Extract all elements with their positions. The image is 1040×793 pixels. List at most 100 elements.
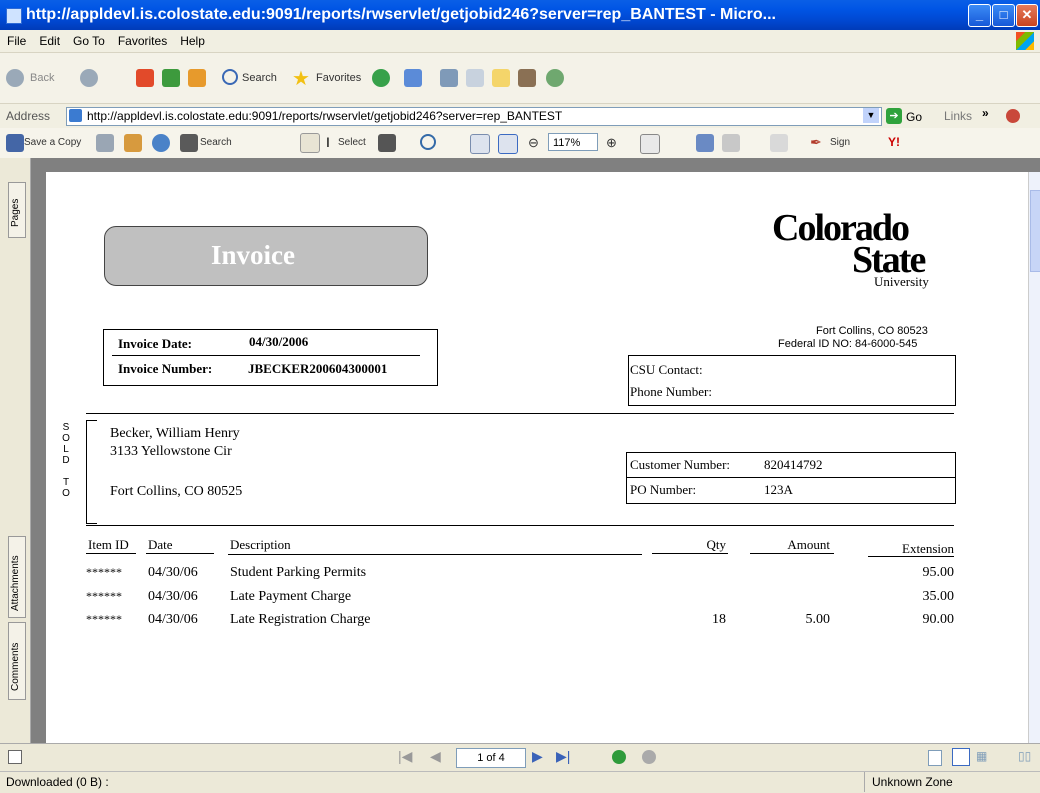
facing-icon[interactable]: ▯▯ (1018, 749, 1031, 763)
toolbar-extra-icon[interactable] (1006, 109, 1020, 123)
minimize-button[interactable]: _ (968, 4, 991, 27)
menu-goto[interactable]: Go To (66, 30, 111, 48)
fit-width-icon[interactable] (498, 134, 518, 154)
invoice-header: Invoice (211, 240, 295, 270)
back-arrow-icon[interactable] (6, 69, 24, 87)
pages-icon[interactable] (770, 134, 788, 152)
yahoo-icon[interactable]: Y! (888, 135, 900, 149)
back-button[interactable]: Back (30, 72, 54, 84)
sold-to-bracket (86, 420, 97, 524)
col-extension: Extension (902, 541, 954, 556)
home-icon[interactable] (188, 69, 206, 87)
stop-icon[interactable] (136, 69, 154, 87)
search-icon[interactable] (222, 69, 238, 85)
notes-icon[interactable] (492, 69, 510, 87)
select-button[interactable]: Select (338, 137, 366, 148)
menu-edit[interactable]: Edit (32, 30, 66, 48)
table-row: ****** 04/30/06 Student Parking Permits … (86, 565, 954, 585)
favorites-star-icon[interactable]: ★ (292, 66, 310, 91)
zoom-in-plus-icon[interactable]: ⊕ (606, 135, 617, 151)
last-page-icon[interactable]: ▶| (556, 748, 570, 765)
save-copy-button[interactable]: Save a Copy (24, 137, 81, 148)
edit-icon[interactable] (466, 69, 484, 87)
zoom-input[interactable]: 117% (548, 133, 598, 151)
row-amount: 5.00 (805, 612, 831, 627)
divider (228, 554, 642, 555)
close-button[interactable]: ✕ (1016, 4, 1038, 27)
page-icon (69, 109, 82, 122)
print-icon[interactable] (96, 134, 114, 152)
csu-city: Fort Collins, CO 80523 (816, 325, 928, 337)
po-number-label: PO Number: (630, 482, 697, 497)
binoculars-icon[interactable] (180, 134, 198, 152)
acrobat-search-button[interactable]: Search (200, 137, 232, 148)
page-navigation-bar: |◀ ◀ 1 of 4 ▶ ▶| ▦ ▯▯ (0, 743, 1040, 772)
divider (86, 413, 954, 414)
row-description: Late Payment Charge (230, 589, 352, 604)
navigation-tabs: Pages Attachments Comments (0, 158, 31, 743)
fit-page-icon[interactable] (470, 134, 490, 154)
continuous-facing-icon[interactable]: ▦ (976, 749, 987, 763)
research-icon[interactable] (518, 69, 536, 87)
vertical-scrollbar[interactable] (1028, 172, 1040, 743)
mail-icon[interactable] (404, 69, 422, 87)
divider (86, 525, 954, 526)
snapshot-icon[interactable] (378, 134, 396, 152)
next-page-icon[interactable]: ▶ (532, 748, 543, 765)
previous-page-icon[interactable]: ◀ (430, 748, 441, 765)
first-page-icon[interactable]: |◀ (398, 748, 412, 765)
pdf-page: Invoice Colorado State University Invoic… (46, 172, 1028, 747)
pen-icon[interactable]: ✒ (810, 134, 822, 151)
save-copy-icon[interactable] (6, 134, 24, 152)
messenger-icon[interactable] (546, 69, 564, 87)
col-description: Description (230, 537, 291, 552)
print-icon[interactable] (440, 69, 458, 87)
history-icon[interactable] (372, 69, 390, 87)
address-url: http://appldevl.is.colostate.edu:9091/re… (87, 109, 563, 123)
menu-file[interactable]: File (0, 30, 32, 48)
email-icon[interactable] (124, 134, 142, 152)
maximize-button[interactable]: □ (992, 4, 1015, 27)
tab-attachments[interactable]: Attachments (8, 536, 26, 618)
undo-icon[interactable] (722, 134, 740, 152)
zoom-in-icon[interactable] (420, 134, 436, 150)
divider (868, 556, 954, 557)
tab-pages[interactable]: Pages (8, 182, 26, 238)
col-qty: Qty (706, 537, 727, 552)
csu-logo-line3: University (874, 274, 929, 289)
customer-number-label: Customer Number: (630, 457, 731, 472)
col-item-id: Item ID (88, 537, 129, 552)
refresh-icon[interactable] (162, 69, 180, 87)
search-button[interactable]: Search (242, 72, 277, 84)
hand-tool-icon[interactable] (300, 133, 320, 153)
customer-number-value: 820414792 (764, 457, 823, 472)
zoom-out-icon[interactable]: ⊖ (528, 135, 539, 151)
menu-help[interactable]: Help (173, 30, 211, 48)
sign-button[interactable]: Sign (830, 137, 850, 148)
tab-comments[interactable]: Comments (8, 622, 26, 700)
go-forward-view-icon[interactable] (642, 750, 656, 764)
row-item-id: ****** (86, 589, 122, 603)
scrollbar-thumb[interactable] (1030, 190, 1040, 272)
web-icon[interactable] (152, 134, 170, 152)
go-button[interactable]: Go (906, 110, 922, 124)
single-page-icon[interactable] (928, 750, 942, 766)
select-text-icon[interactable]: I (326, 134, 330, 150)
links-label[interactable]: Links (944, 109, 972, 123)
row-item-id: ****** (86, 612, 122, 626)
forward-arrow-icon[interactable] (80, 69, 98, 87)
spellcheck-icon[interactable] (696, 134, 714, 152)
title-bar: http://appldevl.is.colostate.edu:9091/re… (0, 0, 1040, 30)
go-back-view-icon[interactable] (612, 750, 626, 764)
chevron-right-icon[interactable]: » (982, 106, 989, 120)
address-input[interactable]: http://appldevl.is.colostate.edu:9091/re… (66, 107, 882, 126)
address-dropdown-icon[interactable]: ▼ (863, 108, 879, 123)
go-arrow-icon[interactable]: ➔ (886, 108, 902, 124)
page-number-input[interactable]: 1 of 4 (456, 748, 526, 768)
divider (146, 553, 214, 554)
favorites-button[interactable]: Favorites (316, 72, 361, 84)
rotate-icon[interactable] (640, 134, 660, 154)
panel-toggle-icon[interactable] (8, 750, 22, 764)
menu-favorites[interactable]: Favorites (111, 30, 173, 48)
continuous-icon[interactable] (952, 748, 970, 766)
